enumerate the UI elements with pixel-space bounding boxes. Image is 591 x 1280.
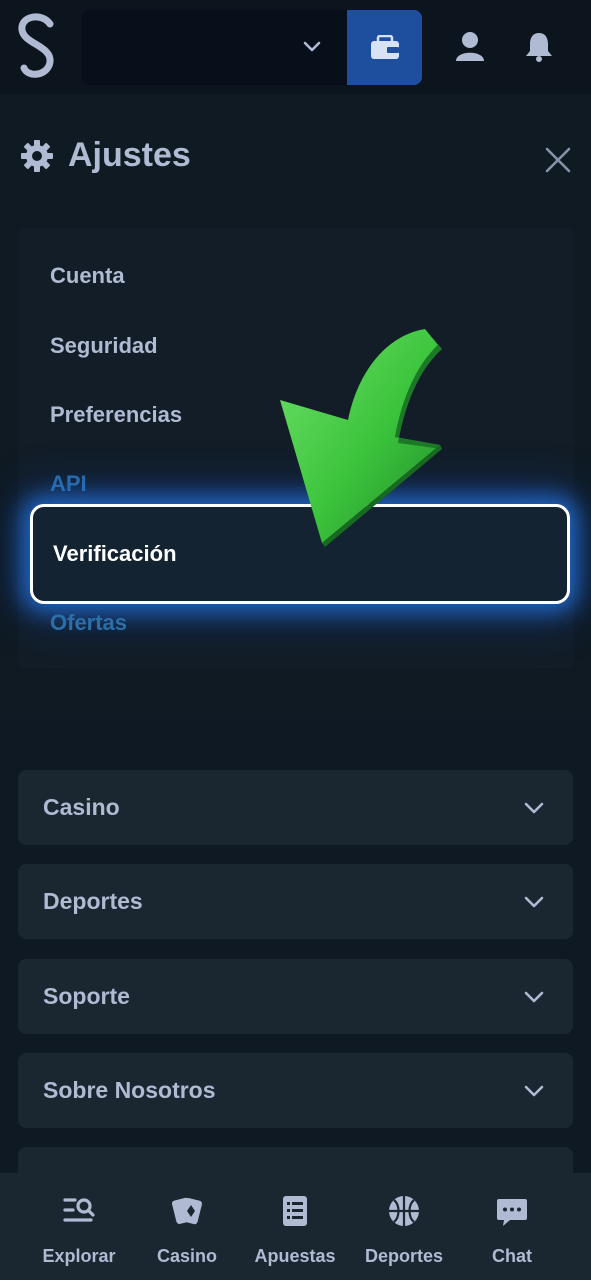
nav-label: Apuestas (254, 1246, 336, 1266)
menu-item-seguridad[interactable]: Seguridad (50, 333, 158, 359)
accordion-label: Casino (43, 794, 120, 820)
notifications-button[interactable] (517, 22, 561, 70)
settings-header: Ajustes (20, 136, 191, 175)
top-bar (0, 0, 591, 94)
chevron-down-icon (524, 896, 544, 908)
chevron-down-icon (524, 802, 544, 814)
gear-icon (21, 139, 53, 172)
chevron-down-icon (524, 991, 544, 1003)
menu-item-cuenta[interactable]: Cuenta (50, 263, 125, 289)
wallet-icon (370, 34, 399, 59)
nav-deportes[interactable]: Deportes (349, 1193, 459, 1267)
accordion-deportes[interactable]: Deportes (18, 864, 573, 939)
accordion-soporte[interactable]: Soporte (18, 959, 573, 1034)
nav-label: Deportes (364, 1246, 444, 1266)
bottom-nav: Explorar Casino Apuestas Deportes Chat (0, 1173, 591, 1280)
logo[interactable] (12, 10, 62, 82)
chevron-down-icon (524, 1085, 544, 1097)
nav-label: Casino (156, 1246, 217, 1266)
profile-button[interactable] (448, 22, 492, 70)
explore-icon (63, 1198, 95, 1222)
user-icon (456, 32, 484, 61)
settings-title: Ajustes (68, 136, 191, 174)
accordion-label: Soporte (43, 983, 130, 1009)
chat-icon (497, 1199, 527, 1226)
nav-casino[interactable]: Casino (132, 1193, 242, 1267)
menu-item-ofertas[interactable]: Ofertas (50, 610, 127, 636)
nav-label: Explorar (42, 1246, 116, 1266)
close-icon[interactable] (542, 144, 574, 176)
nav-label: Chat (492, 1246, 532, 1266)
nav-apuestas[interactable]: Apuestas (240, 1193, 350, 1267)
accordion-label: Deportes (43, 888, 143, 914)
accordion-sobre-nosotros[interactable]: Sobre Nosotros (18, 1053, 573, 1128)
accordion-label: Sobre Nosotros (43, 1077, 216, 1103)
betslip-icon (283, 1196, 307, 1226)
nav-explorar[interactable]: Explorar (24, 1193, 134, 1267)
wallet-button[interactable] (347, 10, 422, 85)
balance-selector[interactable] (82, 10, 348, 85)
chevron-down-icon (303, 41, 321, 52)
basketball-icon (389, 1196, 419, 1226)
green-arrow-icon (280, 329, 442, 547)
bell-icon (526, 33, 552, 62)
menu-item-verificacion-label: Verificación (53, 541, 177, 566)
nav-chat[interactable]: Chat (457, 1193, 567, 1267)
accordion-casino[interactable]: Casino (18, 770, 573, 845)
menu-item-api[interactable]: API (50, 471, 87, 497)
cards-icon (171, 1197, 202, 1225)
menu-item-preferencias[interactable]: Preferencias (50, 402, 182, 428)
